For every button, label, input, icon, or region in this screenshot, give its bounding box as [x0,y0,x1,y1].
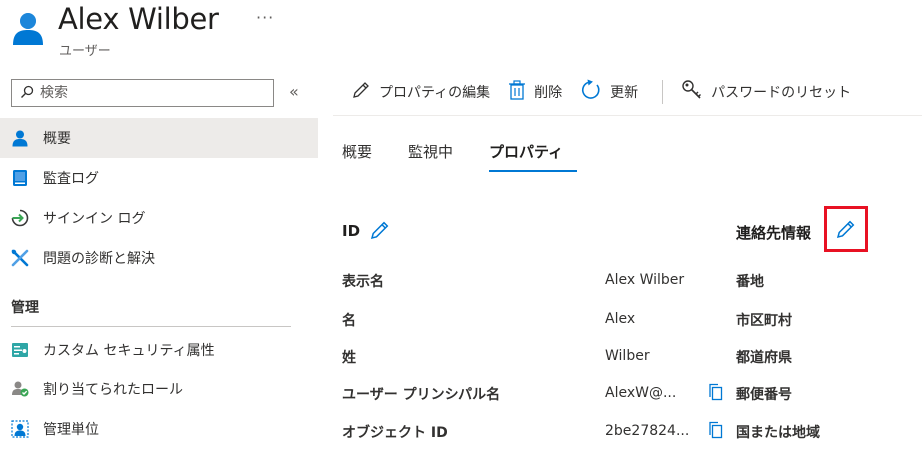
country-label: 国または地域 [736,425,820,441]
key-icon [681,79,711,105]
tab-properties[interactable]: プロパティ [489,141,563,162]
sidebar-item-label: 管理単位 [43,422,99,438]
sidebar-item-diagnose[interactable]: 問題の診断と解決 [0,238,318,278]
sidebar-item-label: サインイン ログ [43,211,146,227]
city-label: 市区町村 [736,313,792,329]
display-name-value: Alex Wilber [605,272,685,288]
more-options-button[interactable]: ··· [256,8,274,27]
last-name-label: 姓 [342,350,356,366]
state-label: 都道府県 [736,350,792,366]
page-title: Alex Wilber [58,2,219,36]
section-header-manage: 管理 [11,300,39,316]
user-icon [10,128,30,148]
sidebar-item-label: 問題の診断と解決 [43,251,155,267]
display-name-label: 表示名 [342,274,384,290]
book-icon [10,168,30,188]
edit-properties-button[interactable]: プロパティの編集 [351,80,490,104]
object-id-label: オブジェクト ID [342,425,448,441]
highlight-annotation-box [824,206,868,252]
first-name-label: 名 [342,313,356,329]
last-name-value: Wilber [605,348,650,364]
first-name-value: Alex [605,311,636,327]
wrench-icon [10,248,30,268]
edit-identity-pencil-icon[interactable] [369,219,391,245]
roles-icon [10,379,30,399]
trash-icon [508,79,534,104]
sidebar-item-label: 割り当てられたロール [43,382,183,398]
sidebar-item-sign-in-logs[interactable]: サインイン ログ [0,198,318,238]
sidebar-item-label: 概要 [43,131,71,147]
sidebar-item-audit-logs[interactable]: 監査ログ [0,158,318,198]
page-subtitle: ユーザー [59,44,111,59]
search-icon [20,84,34,103]
reset-password-button[interactable]: パスワードのリセット [681,79,851,105]
search-input[interactable] [40,85,260,101]
upn-label: ユーザー プリンシパル名 [342,387,501,403]
delete-button[interactable]: 削除 [508,79,562,104]
refresh-icon [580,79,610,105]
command-bar: プロパティの編集 削除 更新 パスワードのリセット [333,68,922,116]
toolbar-separator [662,79,664,104]
pencil-icon [351,80,379,104]
sidebar-item-overview[interactable]: 概要 [0,118,318,158]
sidebar-item-admin-units[interactable]: 管理単位 [0,409,318,449]
copy-upn-icon[interactable] [707,383,725,401]
collapse-sidebar-button[interactable]: « [289,82,299,101]
search-box[interactable] [11,79,274,107]
section-divider [11,326,291,327]
street-address-label: 番地 [736,274,764,290]
admin-unit-icon [10,419,30,439]
refresh-button[interactable]: 更新 [580,79,638,105]
contact-section-title: 連絡先情報 [736,224,812,242]
security-attribute-icon [10,340,30,360]
copy-object-id-icon[interactable] [707,421,725,439]
upn-value: AlexW@... [605,385,677,401]
tab-overview[interactable]: 概要 [342,141,372,162]
active-tab-indicator [489,170,577,172]
sidebar-item-assigned-roles[interactable]: 割り当てられたロール [0,369,318,409]
user-avatar-icon [10,10,46,46]
sidebar-item-label: 監査ログ [43,171,99,187]
object-id-value: 2be27824... [605,423,690,439]
sidebar-item-custom-security-attributes[interactable]: カスタム セキュリティ属性 [0,330,318,370]
sidebar-item-label: カスタム セキュリティ属性 [43,343,215,359]
postal-code-label: 郵便番号 [736,387,792,403]
identity-section-title: ID [342,222,361,240]
tab-monitoring[interactable]: 監視中 [408,141,453,162]
sign-in-icon [10,208,30,228]
